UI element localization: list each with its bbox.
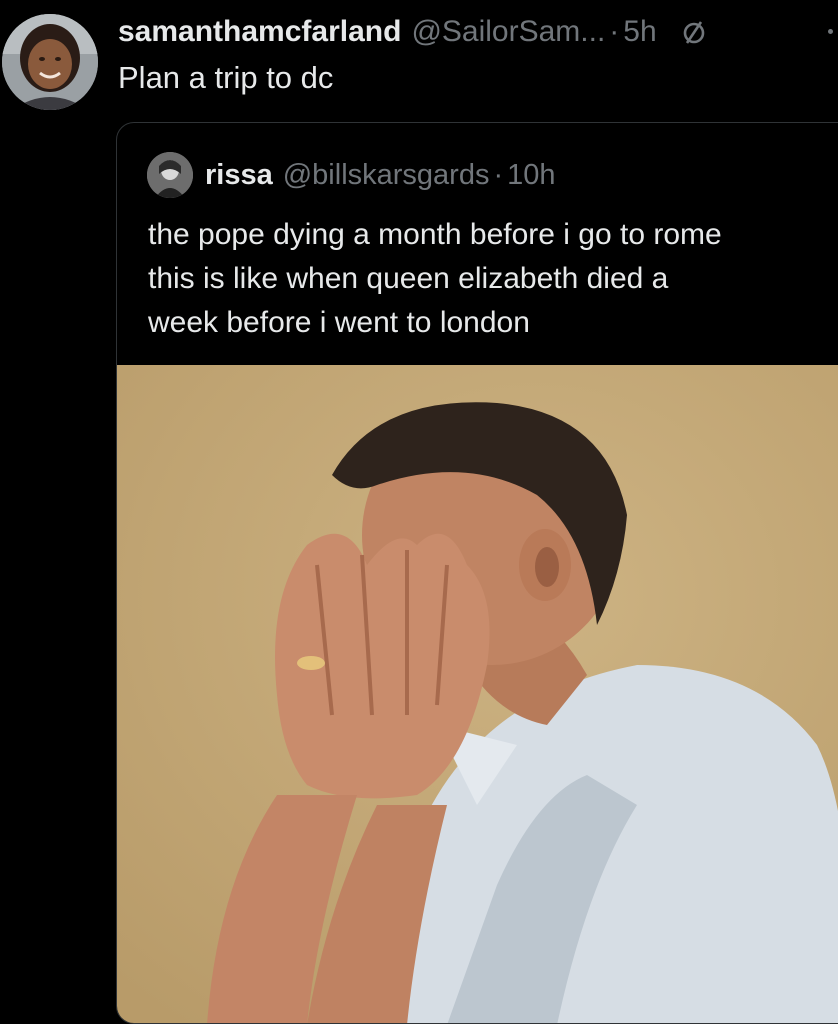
author-avatar[interactable] [2, 14, 98, 110]
photo-man-covering-face [117, 365, 838, 1023]
quoted-author-avatar[interactable] [147, 152, 193, 198]
quoted-text-line: the pope dying a month before i go to ro… [148, 218, 722, 251]
quoted-tweet[interactable]: rissa @billskarsgards · 10h the pope dyi… [116, 122, 838, 1024]
quoted-tweet-header: rissa @billskarsgards · 10h [205, 155, 556, 195]
quoted-author-display-name[interactable]: rissa [205, 159, 273, 192]
quoted-text-line: week before i went to london [148, 306, 530, 339]
quoted-tweet-photo[interactable] [117, 365, 838, 1023]
quoted-tweet-timestamp[interactable]: 10h [507, 159, 555, 192]
author-avatar-image [2, 14, 98, 110]
more-options-icon[interactable] [828, 29, 833, 34]
tweet-timestamp[interactable]: 5h [623, 15, 656, 49]
quoted-author-handle[interactable]: @billskarsgards [283, 159, 490, 192]
tweet: samanthamcfarland @SailorSam... · 5h Pla… [0, 0, 838, 1024]
slashed-circle-icon[interactable] [681, 19, 707, 45]
header-separator: · [609, 15, 620, 48]
quoted-header-separator: · [493, 158, 504, 191]
tweet-header: samanthamcfarland @SailorSam... · 5h [118, 12, 707, 52]
author-handle[interactable]: @SailorSam... [411, 15, 605, 49]
quoted-text-line: this is like when queen elizabeth died a [148, 262, 669, 295]
quoted-tweet-text: the pope dying a month before i go to ro… [148, 213, 838, 345]
tweet-text: Plan a trip to dc [118, 60, 334, 95]
author-display-name[interactable]: samanthamcfarland [118, 15, 401, 49]
quoted-author-avatar-image [147, 152, 193, 198]
